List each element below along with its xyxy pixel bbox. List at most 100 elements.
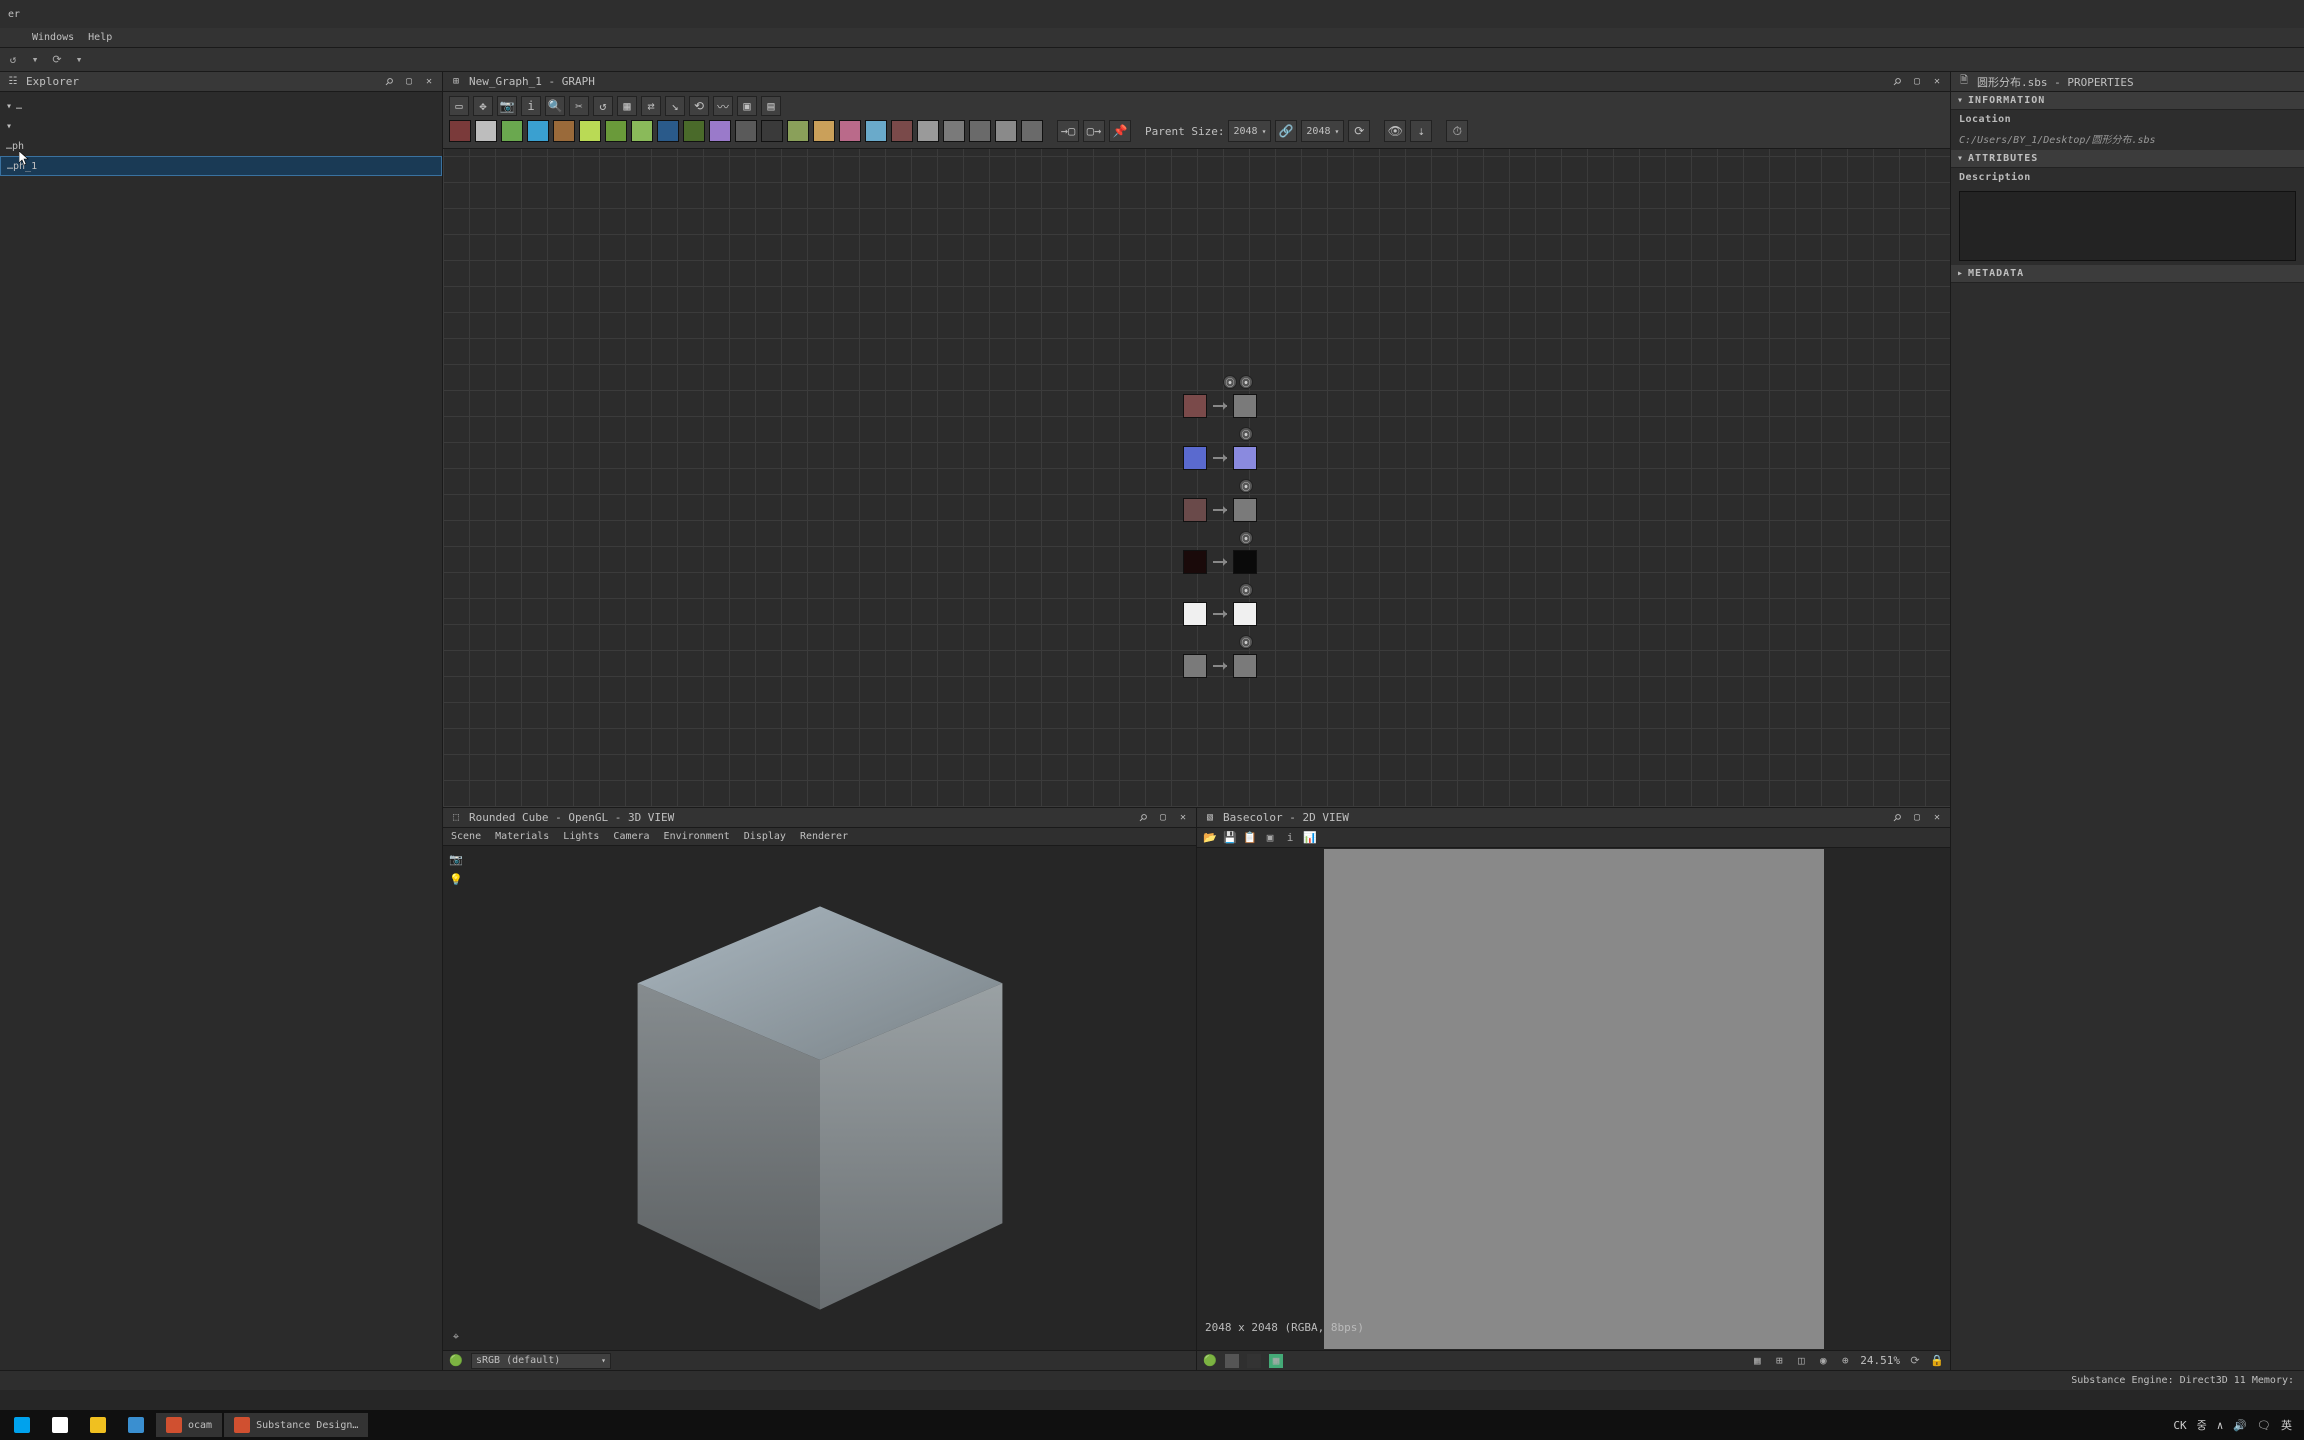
graph-node[interactable]: ⦿ (1183, 545, 1273, 579)
menu-materials[interactable]: Materials (495, 831, 549, 842)
node-swatch[interactable] (449, 120, 471, 142)
copy-icon[interactable]: 📋 (1243, 831, 1257, 845)
max-icon[interactable]: ▢ (1910, 75, 1924, 89)
graph-node[interactable]: ⦿ (1183, 493, 1273, 527)
node-swatch[interactable] (527, 120, 549, 142)
tray-icon[interactable]: 🔊 (2233, 1419, 2247, 1432)
node-swatch[interactable] (787, 120, 809, 142)
rotate-icon[interactable]: ⟲ (689, 96, 709, 116)
node-swatch[interactable] (475, 120, 497, 142)
node-swatch[interactable] (657, 120, 679, 142)
node-swatch[interactable] (735, 120, 757, 142)
node-swatch[interactable] (943, 120, 965, 142)
graph-node[interactable]: ⦿ (1183, 597, 1273, 631)
uv-icon[interactable]: ◫ (1794, 1354, 1808, 1368)
close-icon[interactable]: ✕ (1930, 811, 1944, 825)
tree-row[interactable]: ▾ (0, 116, 442, 136)
tray-icon[interactable]: 🗨 (2257, 1419, 2271, 1432)
cut-icon[interactable]: ✂ (569, 96, 589, 116)
history-back-icon[interactable]: ↺ (6, 53, 20, 67)
channel-l-icon[interactable] (1225, 1354, 1239, 1368)
info-icon[interactable]: i (1283, 831, 1297, 845)
close-icon[interactable]: ✕ (1930, 75, 1944, 89)
menu-help[interactable]: Help (88, 32, 112, 43)
node-swatch[interactable] (969, 120, 991, 142)
tray-icon[interactable]: ∧ (2217, 1419, 2224, 1432)
lock-icon[interactable]: 🔒 (1930, 1354, 1944, 1368)
menu-environment[interactable]: Environment (664, 831, 730, 842)
tray-icon[interactable]: 중 (2197, 1417, 2207, 1433)
parent-width[interactable]: 2048▾ (1228, 120, 1271, 142)
pin-icon[interactable]: ⚲ (1887, 72, 1907, 92)
mat-icon[interactable]: 🟢 (1203, 1354, 1217, 1368)
node-swatch[interactable] (501, 120, 523, 142)
explorer-tree[interactable]: ▾… ▾ …ph …ph_1 (0, 92, 442, 1370)
pin-icon[interactable]: ⚲ (1133, 808, 1153, 828)
color-profile[interactable]: sRGB (default)▾ (471, 1353, 611, 1369)
graph-node[interactable]: ⦿ (1183, 649, 1273, 683)
route-icon[interactable]: ⇄ (641, 96, 661, 116)
taskbar-start[interactable] (4, 1413, 40, 1437)
max-icon[interactable]: ▢ (1156, 811, 1170, 825)
pin-icon[interactable]: ⚲ (1887, 808, 1907, 828)
section-information[interactable]: ▾ INFORMATION (1951, 92, 2304, 110)
menu-renderer[interactable]: Renderer (800, 831, 848, 842)
taskbar-ocam[interactable]: ocam (156, 1413, 222, 1437)
menu-windows[interactable]: Windows (32, 32, 74, 43)
max-icon[interactable]: ▢ (1910, 811, 1924, 825)
pin-output-icon[interactable]: 📌 (1109, 120, 1131, 142)
camera-icon[interactable]: 📷 (449, 852, 463, 866)
parent-height[interactable]: 2048▾ (1301, 120, 1344, 142)
reset-zoom-icon[interactable]: ⊕ (1838, 1354, 1852, 1368)
menu-camera[interactable]: Camera (613, 831, 649, 842)
crop-icon[interactable]: ▣ (1263, 831, 1277, 845)
tray-icon[interactable]: CK (2173, 1419, 2186, 1432)
node-swatch[interactable] (865, 120, 887, 142)
frame-icon[interactable]: ▣ (737, 96, 757, 116)
tree-row[interactable]: …ph (0, 136, 442, 156)
view2d-canvas[interactable]: 2048 x 2048 (RGBA, 8bps) (1197, 848, 1950, 1350)
axis-icon[interactable]: ⌖ (449, 1330, 463, 1344)
info-icon[interactable]: i (521, 96, 541, 116)
channel-a-icon[interactable] (1247, 1354, 1261, 1368)
refresh-icon[interactable]: ⟳ (50, 53, 64, 67)
align-icon[interactable]: ▤ (761, 96, 781, 116)
fit-icon[interactable]: ◉ (1816, 1354, 1830, 1368)
node-swatch[interactable] (995, 120, 1017, 142)
light-icon[interactable]: 💡 (449, 872, 463, 886)
menu-scene[interactable]: Scene (451, 831, 481, 842)
taskbar-search[interactable] (42, 1413, 78, 1437)
grid-icon[interactable]: ▦ (617, 96, 637, 116)
node-swatch[interactable] (631, 120, 653, 142)
tile-icon[interactable]: ⊞ (1772, 1354, 1786, 1368)
taskbar-chrome[interactable] (80, 1413, 116, 1437)
node-swatch[interactable] (1021, 120, 1043, 142)
tree-row[interactable]: ▾… (0, 96, 442, 116)
view3d-canvas[interactable]: 📷 💡 (443, 846, 1196, 1350)
taskbar-explorer[interactable] (118, 1413, 154, 1437)
timing-icon[interactable]: ⏱ (1446, 120, 1468, 142)
curve-icon[interactable]: 〰 (713, 96, 733, 116)
channel-rgb-icon[interactable]: ▦ (1269, 1354, 1283, 1368)
input-icon[interactable]: →▢ (1057, 120, 1079, 142)
menu-lights[interactable]: Lights (563, 831, 599, 842)
flow-icon[interactable]: ⇣ (1410, 120, 1432, 142)
max-icon[interactable]: ▢ (402, 75, 416, 89)
camera-icon[interactable]: 📷 (497, 96, 517, 116)
node-swatch[interactable] (917, 120, 939, 142)
tree-item[interactable]: …ph (6, 141, 24, 152)
output-icon[interactable]: ▢→ (1083, 120, 1105, 142)
description-input[interactable] (1959, 191, 2296, 261)
move-icon[interactable]: ✥ (473, 96, 493, 116)
close-icon[interactable]: ✕ (1176, 811, 1190, 825)
graph-node[interactable]: ⦿⦿ (1183, 389, 1273, 423)
graph-canvas[interactable]: ⦿⦿⦿⦿⦿⦿⦿ (443, 149, 1950, 807)
graph-node[interactable]: ⦿ (1183, 441, 1273, 475)
node-swatch[interactable] (579, 120, 601, 142)
eye-icon[interactable]: 👁 (1384, 120, 1406, 142)
node-swatch[interactable] (761, 120, 783, 142)
node-swatch[interactable] (683, 120, 705, 142)
sync-icon[interactable]: ⟳ (1908, 1354, 1922, 1368)
grid-icon[interactable]: ▦ (1750, 1354, 1764, 1368)
pin-icon[interactable]: ⚲ (379, 72, 399, 92)
